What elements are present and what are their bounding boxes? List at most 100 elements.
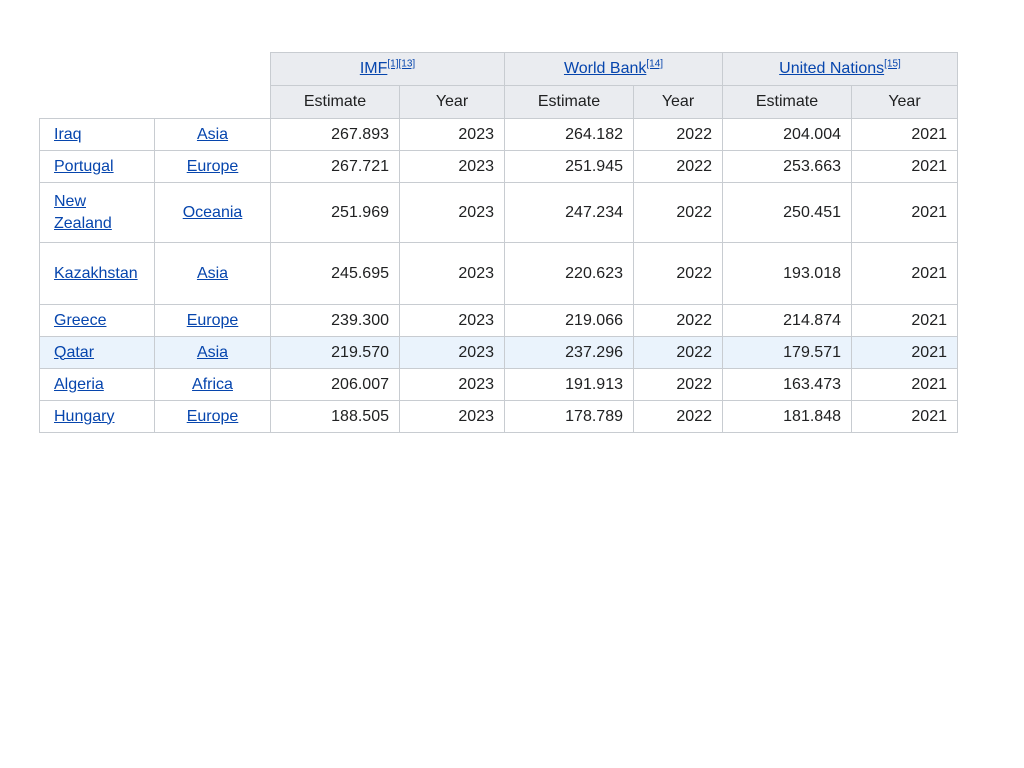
country-link[interactable]: Greece <box>54 312 106 329</box>
imf-refs[interactable]: [1][13] <box>387 59 415 70</box>
imf-year-cell: 2023 <box>399 150 505 183</box>
world-bank-refs[interactable]: [14] <box>646 59 663 70</box>
un-year-cell: 2021 <box>851 150 958 183</box>
country-cell: Algeria <box>39 368 155 401</box>
un-estimate-cell: 250.451 <box>722 182 852 243</box>
imf-estimate-cell: 219.570 <box>270 336 400 369</box>
wb-year-cell: 2022 <box>633 118 723 151</box>
wb-year-cell: 2022 <box>633 304 723 337</box>
country-cell: Portugal <box>39 150 155 183</box>
table-row: Iraq Asia 267.893 2023 264.182 2022 204.… <box>39 118 958 151</box>
un-year-cell: 2021 <box>851 242 958 305</box>
region-link[interactable]: Asia <box>197 265 228 282</box>
header-row-sub: Estimate Year Estimate Year Estimate Yea… <box>39 85 958 119</box>
imf-estimate-cell: 188.505 <box>270 400 400 433</box>
un-estimate-cell: 181.848 <box>722 400 852 433</box>
wb-estimate-header[interactable]: Estimate <box>504 85 634 119</box>
wb-year-cell: 2022 <box>633 368 723 401</box>
wb-estimate-cell: 237.296 <box>504 336 634 369</box>
un-year-cell: 2021 <box>851 182 958 243</box>
un-estimate-cell: 214.874 <box>722 304 852 337</box>
un-year-cell: 2021 <box>851 400 958 433</box>
country-cell: Kazakhstan <box>39 242 155 305</box>
region-link[interactable]: Europe <box>187 312 239 329</box>
united-nations-link[interactable]: United Nations <box>779 60 884 77</box>
country-cell: Hungary <box>39 400 155 433</box>
wb-estimate-cell: 178.789 <box>504 400 634 433</box>
region-link[interactable]: Asia <box>197 344 228 361</box>
country-link[interactable]: Kazakhstan <box>54 265 138 282</box>
country-link[interactable]: Algeria <box>54 376 104 393</box>
un-year-cell: 2021 <box>851 118 958 151</box>
region-cell: Oceania <box>154 182 271 243</box>
country-link[interactable]: Iraq <box>54 126 82 143</box>
imf-year-cell: 2023 <box>399 400 505 433</box>
world-bank-link[interactable]: World Bank <box>564 60 646 77</box>
wb-estimate-cell: 191.913 <box>504 368 634 401</box>
un-estimate-cell: 193.018 <box>722 242 852 305</box>
imf-year-cell: 2023 <box>399 118 505 151</box>
country-link[interactable]: Qatar <box>54 344 94 361</box>
wb-year-cell: 2022 <box>633 150 723 183</box>
table-row: Greece Europe 239.300 2023 219.066 2022 … <box>39 304 958 337</box>
imf-year-header[interactable]: Year <box>399 85 505 119</box>
header-imf: IMF[1][13] <box>270 52 505 86</box>
region-cell: Asia <box>154 336 271 369</box>
region-link[interactable]: Europe <box>187 158 239 175</box>
region-link[interactable]: Asia <box>197 126 228 143</box>
un-year-cell: 2021 <box>851 304 958 337</box>
table-row: Algeria Africa 206.007 2023 191.913 2022… <box>39 368 958 401</box>
gdp-table: IMF[1][13] World Bank[14] United Nations… <box>39 52 958 433</box>
region-link[interactable]: Oceania <box>183 204 243 221</box>
un-estimate-cell: 253.663 <box>722 150 852 183</box>
table-row: Kazakhstan Asia 245.695 2023 220.623 202… <box>39 242 958 305</box>
country-link[interactable]: New Zealand <box>54 193 112 232</box>
un-year-cell: 2021 <box>851 368 958 401</box>
region-cell: Europe <box>154 150 271 183</box>
wb-estimate-cell: 247.234 <box>504 182 634 243</box>
imf-year-cell: 2023 <box>399 242 505 305</box>
un-estimate-header[interactable]: Estimate <box>722 85 852 119</box>
imf-year-cell: 2023 <box>399 182 505 243</box>
region-cell: Europe <box>154 304 271 337</box>
un-estimate-cell: 179.571 <box>722 336 852 369</box>
country-cell: Greece <box>39 304 155 337</box>
header-world-bank: World Bank[14] <box>504 52 723 86</box>
wb-estimate-cell: 264.182 <box>504 118 634 151</box>
wb-year-header[interactable]: Year <box>633 85 723 119</box>
wb-year-cell: 2022 <box>633 336 723 369</box>
wb-year-cell: 2022 <box>633 242 723 305</box>
wb-estimate-cell: 219.066 <box>504 304 634 337</box>
wb-estimate-cell: 220.623 <box>504 242 634 305</box>
region-link[interactable]: Africa <box>192 376 233 393</box>
imf-link[interactable]: IMF <box>360 60 388 77</box>
wb-year-cell: 2022 <box>633 400 723 433</box>
region-link[interactable]: Europe <box>187 408 239 425</box>
un-estimate-cell: 163.473 <box>722 368 852 401</box>
table-row: Portugal Europe 267.721 2023 251.945 202… <box>39 150 958 183</box>
gdp-table-container: IMF[1][13] World Bank[14] United Nations… <box>39 52 958 433</box>
region-cell: Asia <box>154 242 271 305</box>
country-cell: New Zealand <box>39 182 155 243</box>
un-year-header[interactable]: Year <box>851 85 958 119</box>
un-year-cell: 2021 <box>851 336 958 369</box>
region-cell: Africa <box>154 368 271 401</box>
header-blank <box>39 52 271 86</box>
country-link[interactable]: Portugal <box>54 158 114 175</box>
header-united-nations: United Nations[15] <box>722 52 958 86</box>
imf-estimate-cell: 206.007 <box>270 368 400 401</box>
country-cell: Qatar <box>39 336 155 369</box>
imf-estimate-cell: 245.695 <box>270 242 400 305</box>
united-nations-refs[interactable]: [15] <box>884 59 901 70</box>
imf-estimate-header[interactable]: Estimate <box>270 85 400 119</box>
header-blank-sub <box>39 85 271 119</box>
country-link[interactable]: Hungary <box>54 408 114 425</box>
imf-year-cell: 2023 <box>399 368 505 401</box>
region-cell: Asia <box>154 118 271 151</box>
header-row-sources: IMF[1][13] World Bank[14] United Nations… <box>39 52 958 86</box>
imf-estimate-cell: 267.893 <box>270 118 400 151</box>
table-row: Hungary Europe 188.505 2023 178.789 2022… <box>39 400 958 433</box>
imf-estimate-cell: 251.969 <box>270 182 400 243</box>
un-estimate-cell: 204.004 <box>722 118 852 151</box>
wb-year-cell: 2022 <box>633 182 723 243</box>
